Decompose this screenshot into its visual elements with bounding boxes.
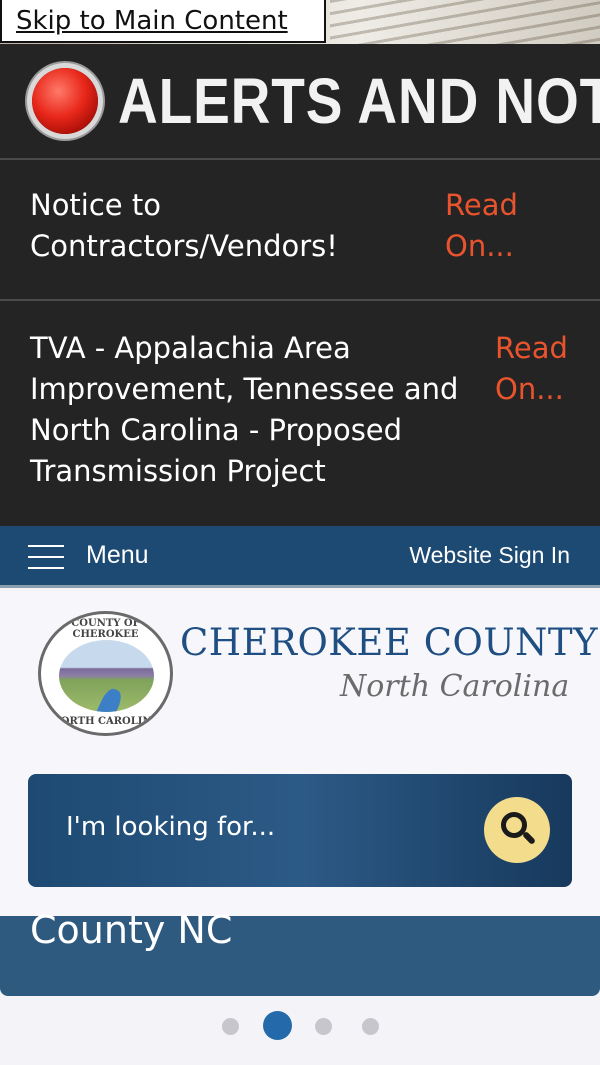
- alert-item: TVA - Appalachia Area Improvement, Tenne…: [0, 301, 600, 522]
- site-search-bar: I'm looking for...: [28, 774, 572, 887]
- alert-item-text[interactable]: Notice to Contractors/Vendors!: [30, 185, 420, 267]
- site-header: COUNTY OF CHEROKEE NORTH CAROLINA CHEROK…: [0, 591, 600, 916]
- seal-landscape: [59, 640, 154, 712]
- main-nav-bar: Menu Website Sign In: [0, 526, 600, 588]
- search-button[interactable]: [484, 797, 550, 863]
- top-banner-image: Skip to Main Content: [0, 0, 600, 44]
- alerts-panel: ALERTS AND NOTIC Notice to Contractors/V…: [0, 44, 600, 526]
- carousel-dot[interactable]: [315, 1018, 332, 1035]
- county-name-logo-text[interactable]: CHEROKEE COUNTY: [180, 621, 598, 664]
- state-name-logo-text: North Carolina: [340, 669, 570, 704]
- search-input[interactable]: I'm looking for...: [66, 812, 275, 842]
- hamburger-menu-icon[interactable]: [28, 545, 64, 569]
- seal-top-text: COUNTY OF CHEROKEE: [71, 618, 140, 640]
- skip-to-main-link[interactable]: Skip to Main Content: [0, 0, 326, 43]
- alert-beacon-icon: [32, 68, 98, 134]
- menu-button[interactable]: Menu: [86, 541, 149, 570]
- carousel-pagination: [0, 1008, 600, 1044]
- carousel-dot[interactable]: [362, 1018, 379, 1035]
- alerts-title: ALERTS AND NOTIC: [118, 65, 600, 137]
- carousel-dot-active[interactable]: [263, 1011, 292, 1040]
- carousel-dot[interactable]: [222, 1018, 239, 1035]
- read-on-link[interactable]: Read On...: [445, 185, 555, 267]
- slide-caption: County NC: [30, 908, 233, 952]
- read-on-link[interactable]: Read On...: [495, 328, 585, 410]
- carousel-slide[interactable]: County NC: [0, 908, 600, 996]
- alert-item: Notice to Contractors/Vendors! Read On..…: [0, 160, 600, 301]
- tree-branch-photo: [330, 0, 600, 44]
- alerts-header[interactable]: ALERTS AND NOTIC: [0, 44, 600, 160]
- website-sign-in-link[interactable]: Website Sign In: [409, 542, 570, 569]
- search-icon-handle: [521, 830, 537, 846]
- alert-item-text[interactable]: TVA - Appalachia Area Improvement, Tenne…: [30, 328, 490, 492]
- county-seal-logo[interactable]: COUNTY OF CHEROKEE NORTH CAROLINA: [38, 611, 173, 736]
- seal-bottom-text: NORTH CAROLINA: [51, 716, 160, 727]
